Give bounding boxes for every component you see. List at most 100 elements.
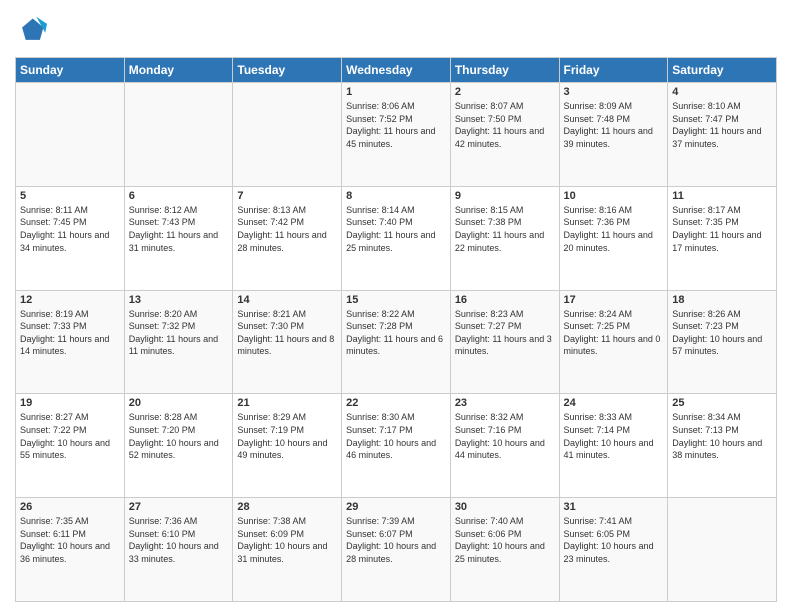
- calendar-day-cell: 4 Sunrise: 8:10 AM Sunset: 7:47 PM Daylig…: [668, 83, 777, 187]
- day-info: Sunrise: 7:35 AM Sunset: 6:11 PM Dayligh…: [20, 515, 120, 565]
- calendar-table: SundayMondayTuesdayWednesdayThursdayFrid…: [15, 57, 777, 602]
- day-number: 14: [237, 294, 337, 306]
- day-number: 24: [564, 397, 664, 409]
- day-info: Sunrise: 8:17 AM Sunset: 7:35 PM Dayligh…: [672, 204, 772, 254]
- day-number: 18: [672, 294, 772, 306]
- calendar-day-cell: 29 Sunrise: 7:39 AM Sunset: 6:07 PM Dayli…: [342, 498, 451, 602]
- day-info: Sunrise: 8:27 AM Sunset: 7:22 PM Dayligh…: [20, 411, 120, 461]
- weekday-header: Wednesday: [342, 58, 451, 83]
- day-info: Sunrise: 8:12 AM Sunset: 7:43 PM Dayligh…: [129, 204, 229, 254]
- calendar-day-cell: [16, 83, 125, 187]
- calendar-day-cell: 24 Sunrise: 8:33 AM Sunset: 7:14 PM Dayli…: [559, 394, 668, 498]
- page: SundayMondayTuesdayWednesdayThursdayFrid…: [0, 0, 792, 612]
- weekday-header: Sunday: [16, 58, 125, 83]
- calendar-day-cell: 1Sunrise: 8:06 AM Sunset: 7:52 PM Daylig…: [342, 83, 451, 187]
- calendar-day-cell: 9 Sunrise: 8:15 AM Sunset: 7:38 PM Daylig…: [450, 186, 559, 290]
- calendar-day-cell: 28 Sunrise: 7:38 AM Sunset: 6:09 PM Dayli…: [233, 498, 342, 602]
- day-number: 6: [129, 190, 229, 202]
- calendar-day-cell: 18 Sunrise: 8:26 AM Sunset: 7:23 PM Dayli…: [668, 290, 777, 394]
- calendar-day-cell: 14 Sunrise: 8:21 AM Sunset: 7:30 PM Dayli…: [233, 290, 342, 394]
- calendar-header-row: SundayMondayTuesdayWednesdayThursdayFrid…: [16, 58, 777, 83]
- day-info: Sunrise: 7:38 AM Sunset: 6:09 PM Dayligh…: [237, 515, 337, 565]
- day-info: Sunrise: 8:10 AM Sunset: 7:47 PM Dayligh…: [672, 100, 772, 150]
- day-info: Sunrise: 8:33 AM Sunset: 7:14 PM Dayligh…: [564, 411, 664, 461]
- day-number: 4: [672, 86, 772, 98]
- day-number: 20: [129, 397, 229, 409]
- calendar-day-cell: [668, 498, 777, 602]
- day-number: 30: [455, 501, 555, 513]
- day-info: Sunrise: 8:22 AM Sunset: 7:28 PM Dayligh…: [346, 308, 446, 358]
- weekday-header: Monday: [124, 58, 233, 83]
- calendar-day-cell: 19Sunrise: 8:27 AM Sunset: 7:22 PM Dayli…: [16, 394, 125, 498]
- day-number: 27: [129, 501, 229, 513]
- day-number: 3: [564, 86, 664, 98]
- calendar-day-cell: 2 Sunrise: 8:07 AM Sunset: 7:50 PM Daylig…: [450, 83, 559, 187]
- day-number: 22: [346, 397, 446, 409]
- calendar-day-cell: 5 Sunrise: 8:11 AM Sunset: 7:45 PM Daylig…: [16, 186, 125, 290]
- day-number: 7: [237, 190, 337, 202]
- day-number: 10: [564, 190, 664, 202]
- day-number: 31: [564, 501, 664, 513]
- day-info: Sunrise: 8:23 AM Sunset: 7:27 PM Dayligh…: [455, 308, 555, 358]
- day-number: 23: [455, 397, 555, 409]
- day-info: Sunrise: 8:28 AM Sunset: 7:20 PM Dayligh…: [129, 411, 229, 461]
- day-number: 21: [237, 397, 337, 409]
- calendar-day-cell: 25 Sunrise: 8:34 AM Sunset: 7:13 PM Dayli…: [668, 394, 777, 498]
- day-info: Sunrise: 8:20 AM Sunset: 7:32 PM Dayligh…: [129, 308, 229, 358]
- calendar-day-cell: 22Sunrise: 8:30 AM Sunset: 7:17 PM Dayli…: [342, 394, 451, 498]
- day-number: 16: [455, 294, 555, 306]
- day-info: Sunrise: 8:19 AM Sunset: 7:33 PM Dayligh…: [20, 308, 120, 358]
- day-number: 25: [672, 397, 772, 409]
- weekday-header: Saturday: [668, 58, 777, 83]
- calendar-day-cell: [233, 83, 342, 187]
- calendar-day-cell: 31 Sunrise: 7:41 AM Sunset: 6:05 PM Dayli…: [559, 498, 668, 602]
- calendar-day-cell: 3Sunrise: 8:09 AM Sunset: 7:48 PM Daylig…: [559, 83, 668, 187]
- day-info: Sunrise: 8:34 AM Sunset: 7:13 PM Dayligh…: [672, 411, 772, 461]
- day-number: 1: [346, 86, 446, 98]
- day-info: Sunrise: 8:29 AM Sunset: 7:19 PM Dayligh…: [237, 411, 337, 461]
- day-info: Sunrise: 7:41 AM Sunset: 6:05 PM Dayligh…: [564, 515, 664, 565]
- calendar-day-cell: 21 Sunrise: 8:29 AM Sunset: 7:19 PM Dayli…: [233, 394, 342, 498]
- day-number: 5: [20, 190, 120, 202]
- calendar-day-cell: 11Sunrise: 8:17 AM Sunset: 7:35 PM Dayli…: [668, 186, 777, 290]
- day-info: Sunrise: 8:15 AM Sunset: 7:38 PM Dayligh…: [455, 204, 555, 254]
- day-number: 8: [346, 190, 446, 202]
- calendar-day-cell: 27 Sunrise: 7:36 AM Sunset: 6:10 PM Dayli…: [124, 498, 233, 602]
- day-info: Sunrise: 8:11 AM Sunset: 7:45 PM Dayligh…: [20, 204, 120, 254]
- day-info: Sunrise: 7:39 AM Sunset: 6:07 PM Dayligh…: [346, 515, 446, 565]
- day-info: Sunrise: 7:36 AM Sunset: 6:10 PM Dayligh…: [129, 515, 229, 565]
- calendar-day-cell: 13Sunrise: 8:20 AM Sunset: 7:32 PM Dayli…: [124, 290, 233, 394]
- calendar-day-cell: 10 Sunrise: 8:16 AM Sunset: 7:36 PM Dayli…: [559, 186, 668, 290]
- calendar-day-cell: 17 Sunrise: 8:24 AM Sunset: 7:25 PM Dayli…: [559, 290, 668, 394]
- calendar-day-cell: 7Sunrise: 8:13 AM Sunset: 7:42 PM Daylig…: [233, 186, 342, 290]
- calendar-day-cell: [124, 83, 233, 187]
- calendar-day-cell: 8 Sunrise: 8:14 AM Sunset: 7:40 PM Daylig…: [342, 186, 451, 290]
- day-info: Sunrise: 8:07 AM Sunset: 7:50 PM Dayligh…: [455, 100, 555, 150]
- day-number: 29: [346, 501, 446, 513]
- day-number: 9: [455, 190, 555, 202]
- day-number: 12: [20, 294, 120, 306]
- day-info: Sunrise: 8:21 AM Sunset: 7:30 PM Dayligh…: [237, 308, 337, 358]
- day-info: Sunrise: 8:32 AM Sunset: 7:16 PM Dayligh…: [455, 411, 555, 461]
- weekday-header: Tuesday: [233, 58, 342, 83]
- logo: [15, 15, 51, 47]
- day-number: 2: [455, 86, 555, 98]
- day-number: 28: [237, 501, 337, 513]
- calendar-week-row: 1Sunrise: 8:06 AM Sunset: 7:52 PM Daylig…: [16, 83, 777, 187]
- calendar-day-cell: 20 Sunrise: 8:28 AM Sunset: 7:20 PM Dayli…: [124, 394, 233, 498]
- day-info: Sunrise: 8:14 AM Sunset: 7:40 PM Dayligh…: [346, 204, 446, 254]
- calendar-day-cell: 26 Sunrise: 7:35 AM Sunset: 6:11 PM Dayli…: [16, 498, 125, 602]
- day-info: Sunrise: 8:26 AM Sunset: 7:23 PM Dayligh…: [672, 308, 772, 358]
- calendar-day-cell: 12 Sunrise: 8:19 AM Sunset: 7:33 PM Dayli…: [16, 290, 125, 394]
- calendar-week-row: 26 Sunrise: 7:35 AM Sunset: 6:11 PM Dayli…: [16, 498, 777, 602]
- day-info: Sunrise: 7:40 AM Sunset: 6:06 PM Dayligh…: [455, 515, 555, 565]
- day-info: Sunrise: 8:16 AM Sunset: 7:36 PM Dayligh…: [564, 204, 664, 254]
- calendar-week-row: 12 Sunrise: 8:19 AM Sunset: 7:33 PM Dayli…: [16, 290, 777, 394]
- weekday-header: Thursday: [450, 58, 559, 83]
- calendar-week-row: 19Sunrise: 8:27 AM Sunset: 7:22 PM Dayli…: [16, 394, 777, 498]
- calendar-day-cell: 30 Sunrise: 7:40 AM Sunset: 6:06 PM Dayli…: [450, 498, 559, 602]
- header: [15, 15, 777, 47]
- day-number: 26: [20, 501, 120, 513]
- day-number: 17: [564, 294, 664, 306]
- day-info: Sunrise: 8:24 AM Sunset: 7:25 PM Dayligh…: [564, 308, 664, 358]
